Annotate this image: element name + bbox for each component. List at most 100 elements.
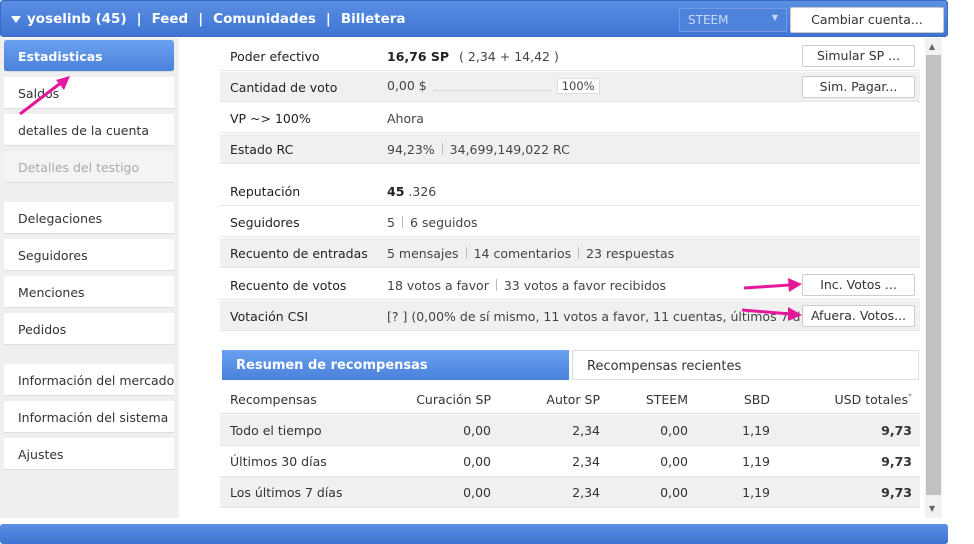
table-cell: 1,19 [742, 485, 770, 500]
switch-account-button[interactable]: Cambiar cuenta... [790, 7, 944, 33]
nav-separator: | [325, 11, 331, 27]
table-cell-total: 9,73 [881, 423, 912, 438]
table-cell: 1,19 [742, 454, 770, 469]
following-count[interactable]: 6 seguidos [410, 215, 478, 230]
tab-rewards-summary[interactable]: Resumen de recompensas [222, 350, 569, 380]
row-label: Seguidores [230, 215, 300, 230]
table-cell: 0,00 [463, 454, 491, 469]
sidebar-item-statistics[interactable]: Estadisticas [4, 40, 174, 72]
comments-count: 14 comentarios [473, 246, 572, 261]
vote-amount-row: Cantidad de voto 0,00 $ 100% Sim. Pagar.… [220, 72, 920, 102]
posts-row: Recuento de entradas 5 mensajes 14 coment… [220, 238, 920, 268]
reputation-main: 45 [387, 184, 405, 199]
table-cell: Últimos 30 días [230, 454, 327, 469]
nav-wallet-link[interactable]: Billetera [341, 11, 406, 27]
table-cell: 1,19 [742, 423, 770, 438]
followers-count[interactable]: 5 [387, 215, 395, 230]
annotation-arrow-icon [743, 278, 802, 292]
row-label: Poder efectivo [230, 49, 320, 64]
row-label: VP ~> 100% [230, 111, 311, 126]
paren-open: ( [459, 49, 464, 64]
incoming-votes-button[interactable]: Inc. Votos ... [802, 274, 915, 296]
top-nav-bar: yoselinb (45) | Feed | Comunidades | Bil… [0, 0, 948, 37]
row-label: Votación CSI [230, 309, 309, 324]
row-value: 94,23% 34,699,149,022 RC [387, 142, 570, 157]
sidebar-item-witness-details: Detalles del testigo [4, 151, 174, 183]
rc-row: Estado RC 94,23% 34,699,149,022 RC [220, 134, 920, 164]
row-value: 16,76 SP ( 2,34 + 14,42 ) [387, 49, 559, 64]
vp-value: Ahora [387, 111, 424, 126]
divider [401, 216, 403, 228]
sidebar-item-followers[interactable]: Seguidores [4, 239, 174, 271]
vote-percent[interactable]: 100% [556, 78, 600, 94]
row-label: Estado RC [230, 142, 294, 157]
simulate-sp-button[interactable]: Simular SP ... [802, 45, 915, 67]
nav-communities-link[interactable]: Comunidades [213, 11, 316, 27]
scroll-up-icon[interactable]: ▲ [929, 42, 935, 51]
annotation-arrow-icon [19, 76, 70, 116]
usd-total-header: USD totales [834, 392, 908, 408]
vote-weight-slider[interactable] [432, 83, 551, 91]
row-value: 45 .326 [387, 184, 436, 199]
bottom-panel-header [0, 524, 948, 544]
sidebar-item-delegations[interactable]: Delegaciones [4, 202, 174, 234]
posts-count: 5 mensajes [387, 246, 459, 261]
nav-separator: | [136, 11, 142, 27]
effective-power-value: 16,76 SP [387, 49, 450, 64]
received-votes-count: 33 votos a favor recibidos [503, 278, 667, 293]
table-row: Todo el tiempo 0,00 2,34 0,00 1,19 9,73 [220, 415, 920, 446]
sidebar-item-system-info[interactable]: Información del sistema [4, 401, 174, 433]
replies-count: 23 respuestas [586, 246, 675, 261]
row-value: 5 6 seguidos [387, 215, 478, 230]
vp-row: VP ~> 100% Ahora [220, 103, 920, 133]
column-header: Curación SP [416, 392, 491, 407]
row-label: Reputación [230, 184, 301, 199]
votes-row: Recuento de votos 18 votos a favor 33 vot… [220, 270, 920, 300]
table-cell: 0,00 [660, 423, 688, 438]
footnote-mark: * [908, 392, 912, 401]
table-cell-total: 9,73 [881, 485, 912, 500]
table-cell-total: 9,73 [881, 454, 912, 469]
vertical-scrollbar[interactable]: ▲ ▼ [925, 38, 942, 518]
column-header: Recompensas [230, 392, 317, 407]
divider [465, 247, 467, 259]
nav-feed-link[interactable]: Feed [152, 11, 189, 27]
annotation-arrow-icon [741, 307, 802, 321]
row-label: Cantidad de voto [230, 80, 338, 95]
row-label: Recuento de votos [230, 278, 347, 293]
sidebar-item-settings[interactable]: Ajustes [4, 438, 174, 470]
outgoing-votes-button[interactable]: Afuera. Votos... [802, 305, 915, 327]
currency-select[interactable]: STEEM ▼ [679, 8, 787, 32]
sidebar-item-market-info[interactable]: Información del mercado [4, 364, 174, 396]
table-cell: Los últimos 7 días [230, 485, 343, 500]
rewards-table-header: Recompensas Curación SP Autor SP STEEM S… [220, 384, 920, 414]
table-row: Últimos 30 días 0,00 2,34 0,00 1,19 9,73 [220, 446, 920, 477]
simulate-pay-button[interactable]: Sim. Pagar... [802, 76, 915, 98]
table-cell: 0,00 [463, 423, 491, 438]
table-cell: 2,34 [572, 454, 600, 469]
scrollbar-thumb[interactable] [926, 55, 941, 495]
divider [578, 247, 580, 259]
upvotes-count: 18 votos a favor [387, 278, 489, 293]
reputation-row: Reputación 45 .326 [220, 176, 920, 206]
user-menu[interactable]: yoselinb (45) [27, 11, 127, 27]
table-cell: 0,00 [463, 485, 491, 500]
caret-down-icon[interactable] [11, 15, 21, 23]
vote-value: 0,00 $ [387, 78, 427, 93]
own-sp: 2,34 [467, 49, 496, 64]
column-header: STEEM [645, 392, 688, 407]
tab-recent-rewards[interactable]: Recompensas recientes [572, 350, 919, 380]
scroll-down-icon[interactable]: ▼ [929, 504, 935, 513]
table-cell: 0,00 [660, 454, 688, 469]
row-value: 0,00 $ 100% [387, 78, 600, 94]
divider [495, 279, 497, 291]
stats-panel: Poder efectivo 16,76 SP ( 2,34 + 14,42 )… [220, 38, 920, 518]
table-cell: 2,34 [572, 485, 600, 500]
sidebar-item-mentions[interactable]: Menciones [4, 276, 174, 308]
effective-power-row: Poder efectivo 16,76 SP ( 2,34 + 14,42 )… [220, 41, 920, 71]
paren-close: ) [553, 49, 559, 64]
table-cell: Todo el tiempo [230, 423, 322, 438]
rewards-tabs: Resumen de recompensas Recompensas recie… [220, 349, 920, 380]
csi-row: Votación CSI [? ] (0,00% de sí mismo, 11… [220, 301, 920, 331]
sidebar-item-orders[interactable]: Pedidos [4, 313, 174, 345]
